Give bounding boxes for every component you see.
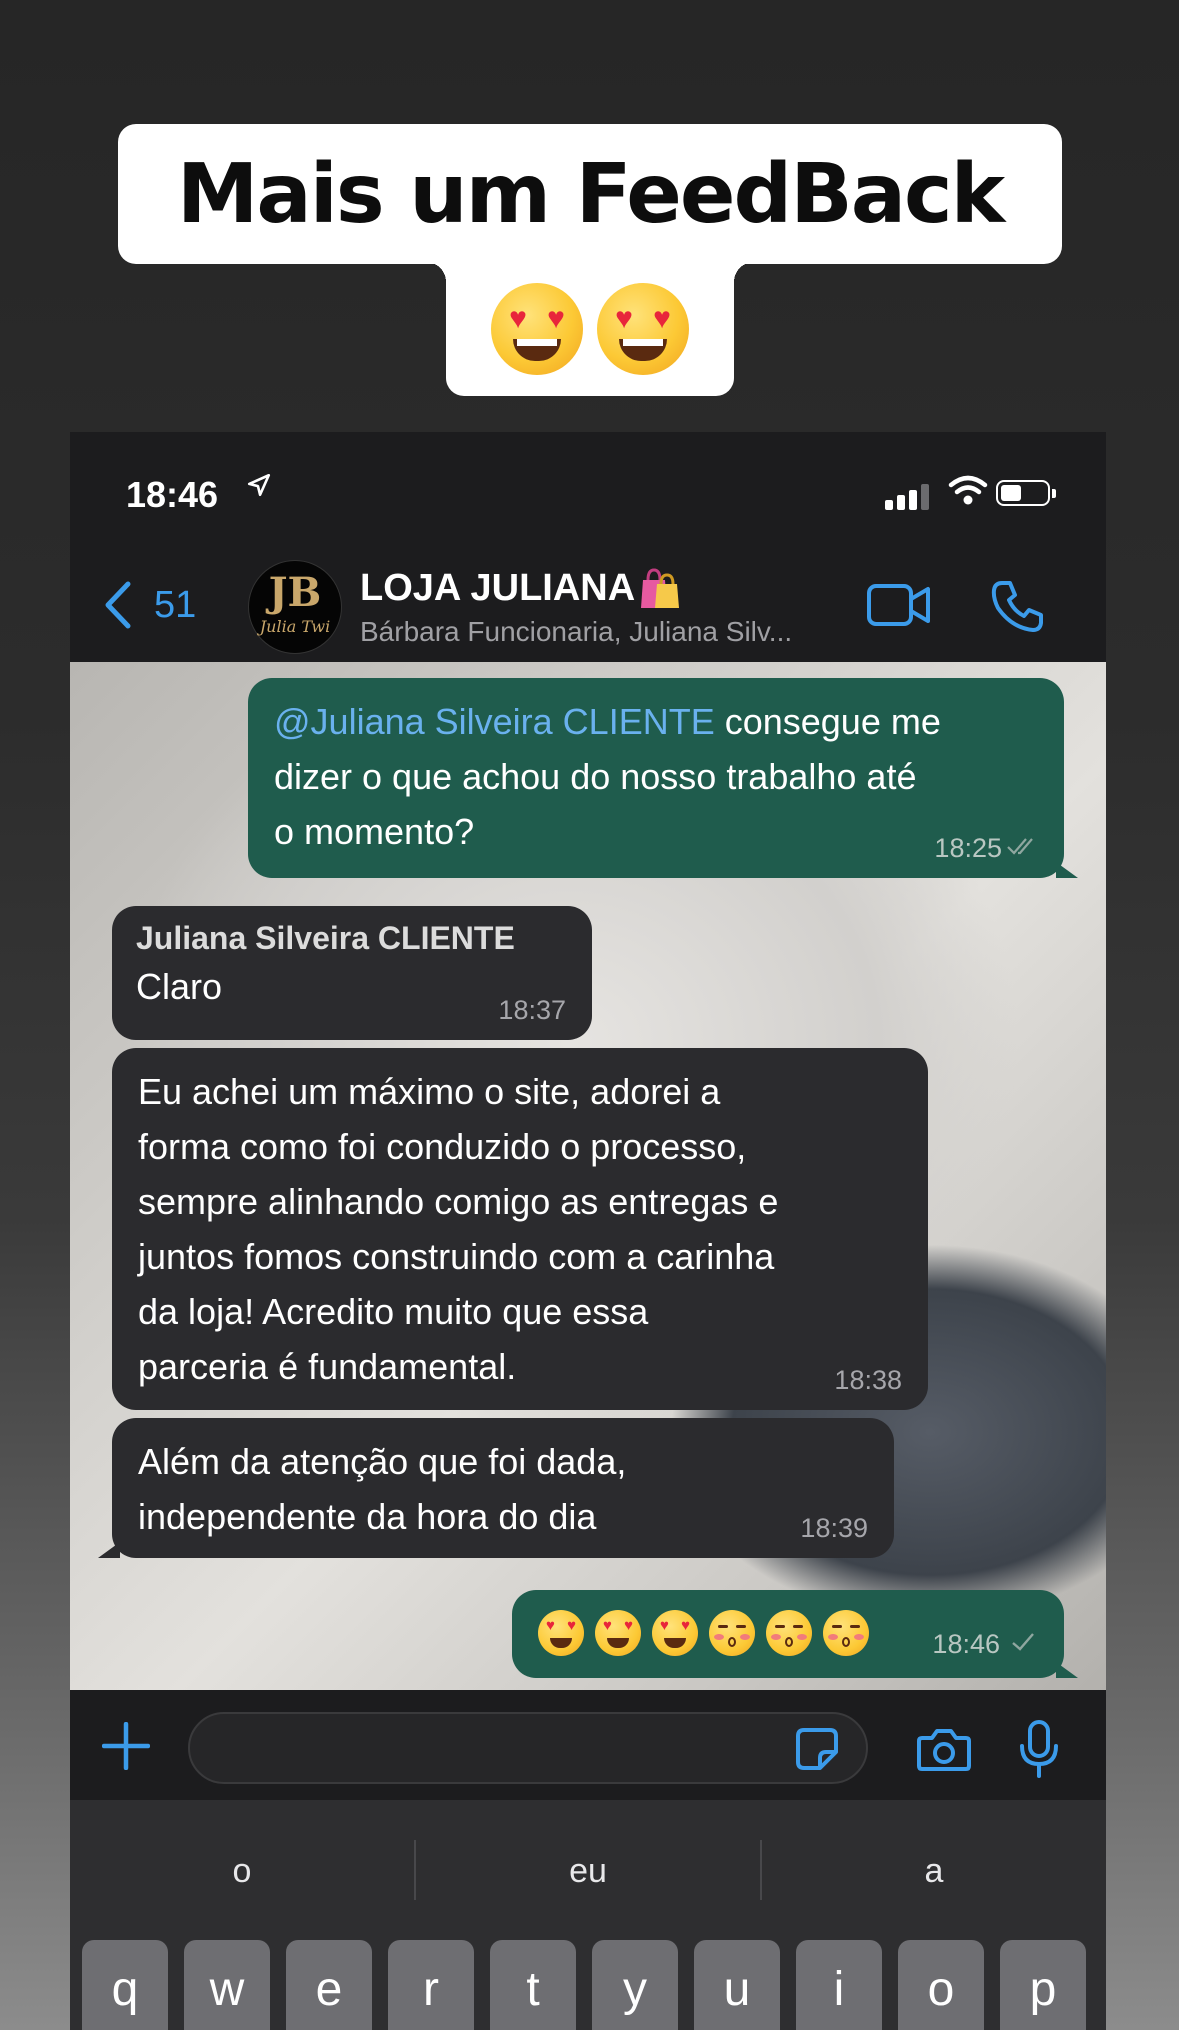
avatar-monogram: JB <box>268 569 322 616</box>
key-e[interactable]: e <box>286 1940 372 2030</box>
status-bar: 18:46 <box>70 432 1106 532</box>
message-bubble-incoming[interactable]: Além da atenção que foi dada, independent… <box>98 1418 894 1558</box>
key-r[interactable]: r <box>388 1940 474 2030</box>
phone-call-icon[interactable] <box>990 578 1046 634</box>
key-t[interactable]: t <box>490 1940 576 2030</box>
key-u[interactable]: u <box>694 1940 780 2030</box>
heart-eyes-emoji-icon: ♥ ♥ <box>491 283 583 375</box>
location-arrow-icon <box>246 472 272 506</box>
message-bubble-incoming[interactable]: Juliana Silveira CLIENTE Claro 18:37 <box>112 906 592 1040</box>
message-input[interactable] <box>188 1712 868 1784</box>
heart-eyes-emoji-icon: ♥ ♥ <box>652 1610 698 1656</box>
message-sender: Juliana Silveira CLIENTE <box>136 920 515 956</box>
heart-eyes-emoji-icon: ♥ ♥ <box>538 1610 584 1656</box>
key-q[interactable]: q <box>82 1940 168 2030</box>
chat-header: 51 JB Julia Twi LOJA JULIANA Bárbara Fun… <box>70 532 1106 662</box>
whatsapp-screenshot: 18:46 51 JB Julia Twi LOJA JULIANA Bárba… <box>70 432 1106 2030</box>
keyboard-suggestion[interactable]: a <box>762 1852 1106 1891</box>
heart-eyes-emoji-icon: ♥ ♥ <box>595 1610 641 1656</box>
kissing-closed-eyes-emoji-icon <box>823 1610 869 1656</box>
mention[interactable]: @Juliana Silveira CLIENTE <box>274 701 715 742</box>
message-text: Eu achei um máximo o site, adorei a form… <box>138 1071 779 1387</box>
battery-icon <box>996 480 1056 506</box>
status-time: 18:46 <box>126 474 219 515</box>
composer-bar <box>70 1690 1106 1800</box>
shopping-bags-icon <box>639 566 681 610</box>
double-check-icon <box>1006 835 1040 862</box>
keyboard-suggestion[interactable]: o <box>70 1852 414 1891</box>
group-name-text: LOJA JULIANA <box>360 566 636 609</box>
message-time: 18:37 <box>498 995 566 1025</box>
video-call-icon[interactable] <box>866 580 932 630</box>
wifi-icon <box>948 474 988 510</box>
plus-icon[interactable] <box>101 1721 151 1771</box>
microphone-icon[interactable] <box>1018 1720 1060 1778</box>
camera-icon[interactable] <box>916 1726 972 1772</box>
message-time: 18:46 <box>932 1629 1000 1659</box>
story-caption-emojis: ♥ ♥ ♥ ♥ <box>426 262 754 396</box>
message-text: Além da atenção que foi dada, independent… <box>138 1441 627 1537</box>
kissing-closed-eyes-emoji-icon <box>766 1610 812 1656</box>
message-time: 18:25 <box>934 833 1002 863</box>
keyboard: o eu a q w e r t y u i o p <box>70 1800 1106 2030</box>
heart-eyes-emoji-icon: ♥ ♥ <box>597 283 689 375</box>
group-participants: Bárbara Funcionaria, Juliana Silv... <box>360 616 793 647</box>
key-i[interactable]: i <box>796 1940 882 2030</box>
single-check-icon <box>1010 1631 1036 1658</box>
key-y[interactable]: y <box>592 1940 678 2030</box>
sticker-icon[interactable] <box>794 1726 840 1772</box>
avatar-script: Julia Twi <box>259 617 331 636</box>
story-caption: Mais um FeedBack <box>118 124 1062 264</box>
signal-icon <box>885 484 931 510</box>
message-bubble-outgoing[interactable]: @Juliana Silveira CLIENTE consegue me diz… <box>248 678 1078 878</box>
message-time: 18:39 <box>800 1513 868 1543</box>
key-p[interactable]: p <box>1000 1940 1086 2030</box>
key-o[interactable]: o <box>898 1940 984 2030</box>
group-avatar[interactable]: JB Julia Twi <box>248 560 342 654</box>
message-bubble-incoming[interactable]: Eu achei um máximo o site, adorei a form… <box>112 1048 928 1410</box>
keyboard-suggestion[interactable]: eu <box>416 1852 760 1891</box>
back-chevron-icon[interactable] <box>100 580 140 630</box>
message-time: 18:38 <box>834 1365 902 1395</box>
key-w[interactable]: w <box>184 1940 270 2030</box>
message-text: @Juliana Silveira CLIENTE consegue me diz… <box>274 701 941 852</box>
chat-messages[interactable]: @Juliana Silveira CLIENTE consegue me diz… <box>70 662 1106 1690</box>
back-unread-count[interactable]: 51 <box>154 584 196 627</box>
kissing-closed-eyes-emoji-icon <box>709 1610 755 1656</box>
message-bubble-outgoing[interactable]: ♥ ♥ ♥ ♥ ♥ ♥ 18:46 <box>512 1590 1078 1678</box>
group-name[interactable]: LOJA JULIANA <box>360 566 681 610</box>
